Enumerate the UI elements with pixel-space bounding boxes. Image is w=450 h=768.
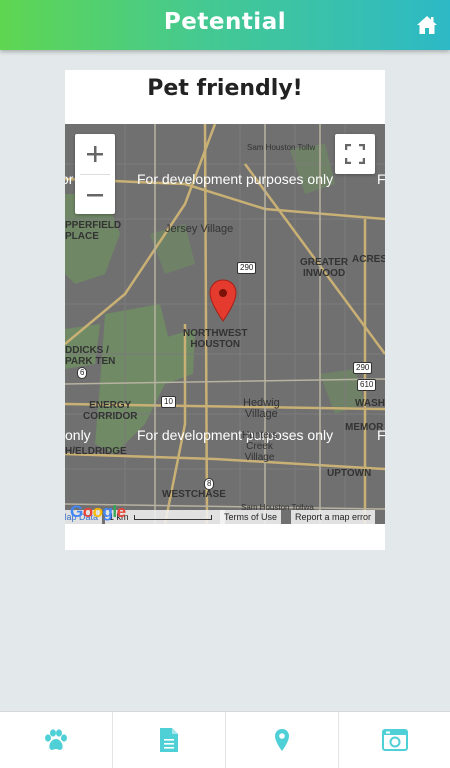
- home-icon[interactable]: [416, 15, 438, 35]
- dev-watermark-right-top: F: [377, 171, 385, 187]
- label-memor: MEMOR: [345, 422, 384, 433]
- label-greater-inwood: GREATER INWOOD: [300, 257, 349, 279]
- dev-watermark-top: For development purposes only: [137, 171, 334, 187]
- dev-watermark-left-bottom: only: [65, 427, 91, 443]
- tab-pets[interactable]: [0, 712, 113, 768]
- app-title: Petential: [163, 9, 287, 35]
- tab-photos[interactable]: [339, 712, 450, 768]
- label-westchase: WESTCHASE: [162, 489, 226, 500]
- map-view[interactable]: For development purposes only For develo…: [65, 124, 385, 524]
- card-title: Pet friendly!: [147, 76, 303, 101]
- dev-watermark-bottom: For development purposes only: [137, 427, 334, 443]
- label-uptown: UPTOWN: [327, 468, 372, 479]
- location-marker-icon[interactable]: [209, 279, 237, 327]
- highway-shield: 10: [161, 396, 176, 408]
- label-hunters-creek: Hunters Creek Village: [242, 430, 278, 463]
- label-addicks: DDICKS / PARK TEN: [65, 345, 116, 367]
- label-copperfield: PPERFIELD PLACE: [65, 220, 122, 242]
- zoom-out-button[interactable]: [75, 175, 115, 214]
- fullscreen-button[interactable]: [335, 134, 375, 174]
- label-hedwig-village: Hedwig Village: [243, 397, 280, 420]
- highway-shield: 290: [237, 262, 257, 274]
- paw-icon: [45, 729, 67, 750]
- dev-watermark-left-top: or: [65, 171, 74, 187]
- highway-shield: 290: [353, 362, 373, 374]
- tab-location[interactable]: [226, 712, 339, 768]
- terms-link[interactable]: Terms of Use: [220, 510, 282, 524]
- label-sam-houston-top: Sam Houston Tollw: [247, 143, 316, 152]
- label-acres: ACRES: [352, 254, 385, 265]
- label-eldridge: H/ELDRIDGE: [65, 446, 127, 457]
- highway-shield: 610: [357, 379, 377, 391]
- label-energy-corridor: ENERGY CORRIDOR: [83, 400, 138, 422]
- google-logo[interactable]: Google: [70, 502, 126, 522]
- label-jersey-village: Jersey Village: [165, 223, 234, 235]
- tab-documents[interactable]: [113, 712, 226, 768]
- bottom-tab-bar: [0, 711, 450, 768]
- zoom-control: [75, 134, 115, 214]
- document-icon: [160, 728, 178, 752]
- location-pin-icon: [275, 729, 289, 751]
- label-wash: WASH: [355, 398, 385, 409]
- photo-icon: [382, 729, 408, 751]
- fullscreen-icon: [345, 144, 365, 164]
- label-northwest-houston: NORTHWEST HOUSTON: [183, 328, 248, 350]
- scale-bar: [134, 515, 213, 521]
- report-map-error-link[interactable]: Report a map error: [291, 510, 376, 524]
- app-header: Petential: [0, 0, 450, 50]
- zoom-in-button[interactable]: [75, 134, 115, 174]
